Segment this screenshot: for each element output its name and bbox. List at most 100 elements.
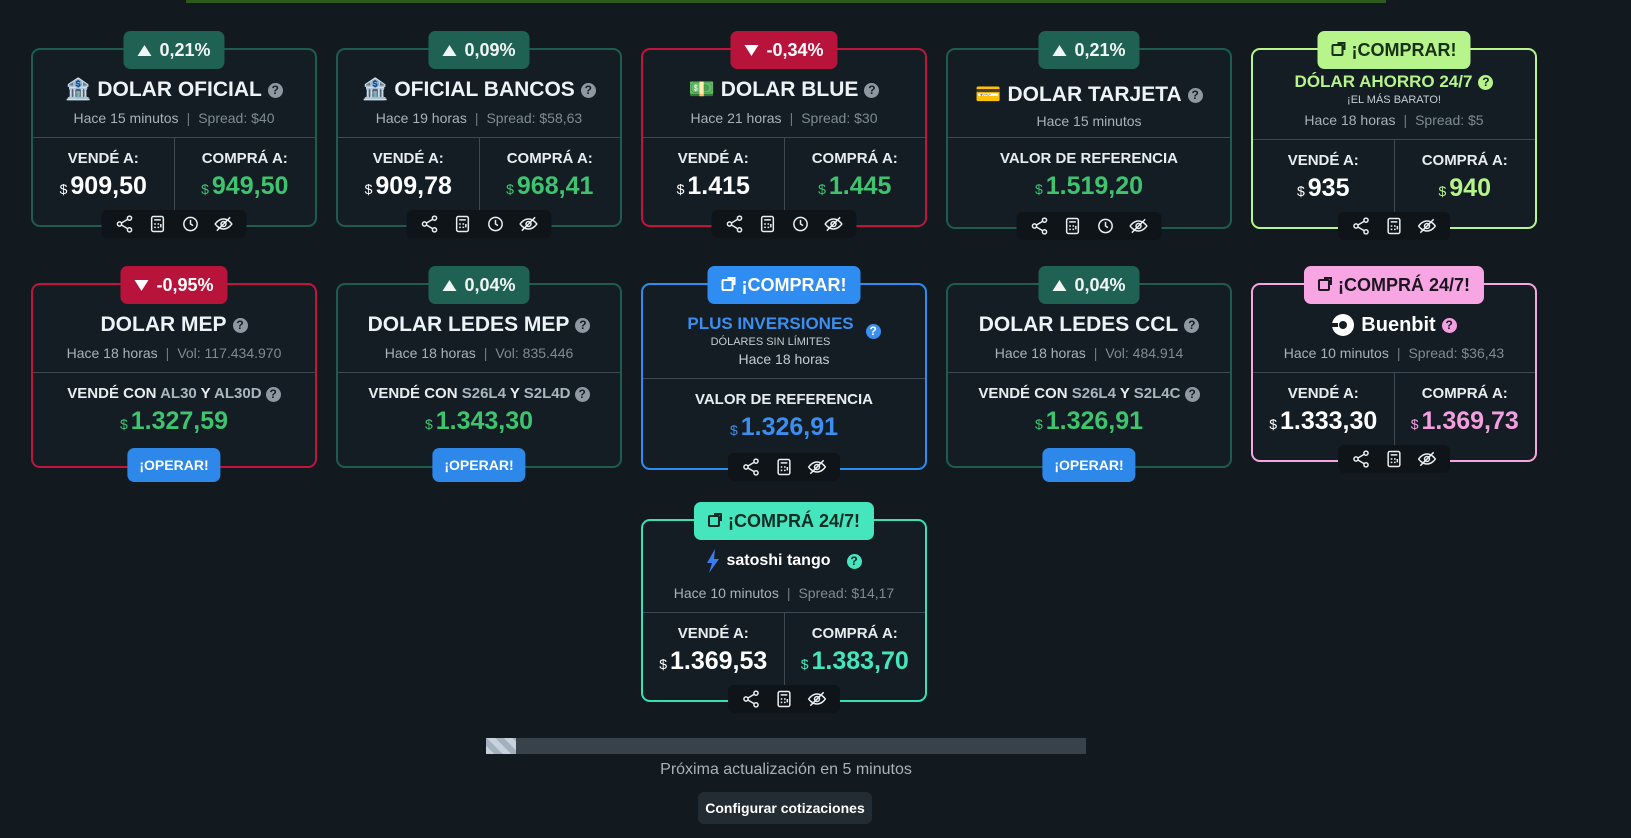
- card-title: DOLAR MEP?: [33, 313, 315, 337]
- share-icon[interactable]: [1029, 215, 1051, 237]
- buy-value: $1.445: [818, 172, 892, 200]
- card-subtitle: DÓLARES SIN LÍMITES: [710, 336, 831, 348]
- hide-icon[interactable]: [1416, 448, 1438, 470]
- card-meta: Hace 15 minutos | Spread: $40: [73, 110, 275, 126]
- reference-label: VALOR DE REFERENCIA: [694, 391, 874, 408]
- card-title: DOLAR LEDES MEP?: [338, 313, 620, 337]
- help-icon[interactable]: ?: [232, 317, 248, 333]
- help-icon[interactable]: ?: [864, 82, 880, 98]
- calculator-icon[interactable]: [147, 213, 169, 235]
- operar-button[interactable]: ¡OPERAR!: [432, 448, 526, 482]
- calculator-icon[interactable]: [757, 213, 779, 235]
- sell-label: VENDÉ A:: [677, 150, 749, 167]
- calculator-icon[interactable]: [452, 213, 474, 235]
- buy-now-badge[interactable]: ¡COMPRÁ 24/7!: [693, 502, 875, 540]
- variation-badge: 0,09%: [428, 31, 530, 69]
- operar-button[interactable]: ¡OPERAR!: [127, 448, 221, 482]
- sell-value: $909,78: [364, 172, 452, 200]
- card-dolar-ahorro: ¡COMPRAR! DÓLAR AHORRO 24/7? ¡EL MÁS BAR…: [1251, 31, 1537, 240]
- reference-label: VALOR DE REFERENCIA: [999, 150, 1179, 167]
- card-meta: Hace 19 horas | Spread: $58,63: [375, 110, 583, 126]
- satoshi-tango-logo: satoshi tango ?: [643, 549, 925, 573]
- buy-label: COMPRÁ A:: [811, 150, 898, 167]
- arrow-down-icon: [134, 279, 149, 291]
- history-icon[interactable]: [790, 213, 812, 235]
- ledes-ccl-value: $1.326,91: [1034, 407, 1144, 435]
- bank-icon: 🏦: [362, 78, 389, 101]
- external-link-icon: [1331, 42, 1346, 56]
- calculator-icon[interactable]: [1383, 448, 1405, 470]
- sell-value: $935: [1296, 174, 1350, 202]
- hide-icon[interactable]: [518, 213, 540, 235]
- sell-value: $1.369,53: [659, 647, 768, 675]
- share-icon[interactable]: [419, 213, 441, 235]
- share-icon[interactable]: [740, 688, 762, 710]
- variation-badge: 0,21%: [1038, 31, 1140, 69]
- hide-icon[interactable]: [213, 213, 235, 235]
- hide-icon[interactable]: [806, 456, 828, 478]
- card-oficial-bancos: 0,09% 🏦 OFICIAL BANCOS? Hace 19 horas | Spr…: [336, 31, 622, 238]
- progress-fill: [486, 738, 516, 754]
- help-icon[interactable]: ?: [580, 82, 596, 98]
- card-meta: Hace 18 horas | Vol: 484.914: [994, 345, 1184, 361]
- history-icon[interactable]: [485, 213, 507, 235]
- arrow-up-icon: [442, 279, 457, 291]
- card-dolar-ledes-mep: 0,04% DOLAR LEDES MEP? Hace 18 horas | Vol…: [336, 266, 622, 482]
- card-dolar-oficial: 0,21% 🏦 DOLAR OFICIAL? Hace 15 minutos | Sp…: [31, 31, 317, 238]
- calculator-icon[interactable]: [773, 688, 795, 710]
- help-icon[interactable]: ?: [265, 386, 281, 402]
- help-icon[interactable]: ?: [1184, 317, 1200, 333]
- buy-value: $968,41: [506, 172, 594, 200]
- share-icon[interactable]: [1350, 215, 1372, 237]
- variation-badge: 0,04%: [1038, 266, 1140, 304]
- card-dolar-tarjeta: 0,21% 💳 DOLAR TARJETA? Hace 15 minutos VA…: [946, 31, 1232, 240]
- card-meta: Hace 18 horas | Vol: 835.446: [384, 345, 574, 361]
- help-icon[interactable]: ?: [574, 386, 590, 402]
- calculator-icon[interactable]: [1383, 215, 1405, 237]
- bank-icon: 🏦: [65, 78, 92, 101]
- help-icon[interactable]: ?: [1441, 317, 1457, 333]
- card-meta: Hace 10 minutos | Spread: $14,17: [673, 585, 895, 601]
- share-icon[interactable]: [740, 456, 762, 478]
- help-icon[interactable]: ?: [1184, 386, 1200, 402]
- help-icon[interactable]: ?: [575, 317, 591, 333]
- card-meta: Hace 18 horas | Spread: $5: [1304, 112, 1484, 128]
- sell-value: $1.333,30: [1269, 407, 1378, 435]
- card-plus-inversiones: ¡COMPRAR! PLUS INVERSIONES DÓLARES SIN L…: [641, 266, 927, 481]
- hide-icon[interactable]: [1128, 215, 1150, 237]
- buy-now-badge[interactable]: ¡COMPRAR!: [707, 266, 861, 304]
- help-icon[interactable]: ?: [865, 323, 881, 339]
- share-icon[interactable]: [1350, 448, 1372, 470]
- bolt-icon: [707, 549, 720, 573]
- hide-icon[interactable]: [1416, 215, 1438, 237]
- hide-icon[interactable]: [823, 213, 845, 235]
- card-actions: [1016, 212, 1162, 240]
- top-banner-strip: [186, 0, 1386, 3]
- sell-value: $909,50: [59, 172, 147, 200]
- card-title: 🏦 DOLAR OFICIAL?: [33, 78, 315, 102]
- sell-value: $1.415: [676, 172, 750, 200]
- hide-icon[interactable]: [806, 688, 828, 710]
- buy-value: $1.369,73: [1410, 407, 1519, 435]
- buy-label: COMPRÁ A:: [1421, 152, 1508, 169]
- bond-label: VENDÉ CON AL30 Y AL30D ?: [33, 385, 315, 402]
- buy-now-badge[interactable]: ¡COMPRÁ 24/7!: [1303, 266, 1485, 304]
- help-icon[interactable]: ?: [1187, 87, 1203, 103]
- variation-badge: -0,34%: [730, 31, 838, 69]
- card-actions: [1338, 445, 1450, 473]
- help-icon[interactable]: ?: [267, 82, 283, 98]
- card-actions: [101, 210, 247, 238]
- configure-quotes-button[interactable]: Configurar cotizaciones: [698, 792, 872, 824]
- calculator-icon[interactable]: [1062, 215, 1084, 237]
- history-icon[interactable]: [180, 213, 202, 235]
- operar-button[interactable]: ¡OPERAR!: [1042, 448, 1136, 482]
- share-icon[interactable]: [724, 213, 746, 235]
- card-dolar-ledes-ccl: 0,04% DOLAR LEDES CCL? Hace 18 horas | Vol…: [946, 266, 1232, 482]
- calculator-icon[interactable]: [773, 456, 795, 478]
- buy-now-badge[interactable]: ¡COMPRAR!: [1317, 31, 1471, 69]
- variation-badge: 0,04%: [428, 266, 530, 304]
- help-icon[interactable]: ?: [846, 553, 862, 569]
- help-icon[interactable]: ?: [1478, 74, 1494, 90]
- share-icon[interactable]: [114, 213, 136, 235]
- history-icon[interactable]: [1095, 215, 1117, 237]
